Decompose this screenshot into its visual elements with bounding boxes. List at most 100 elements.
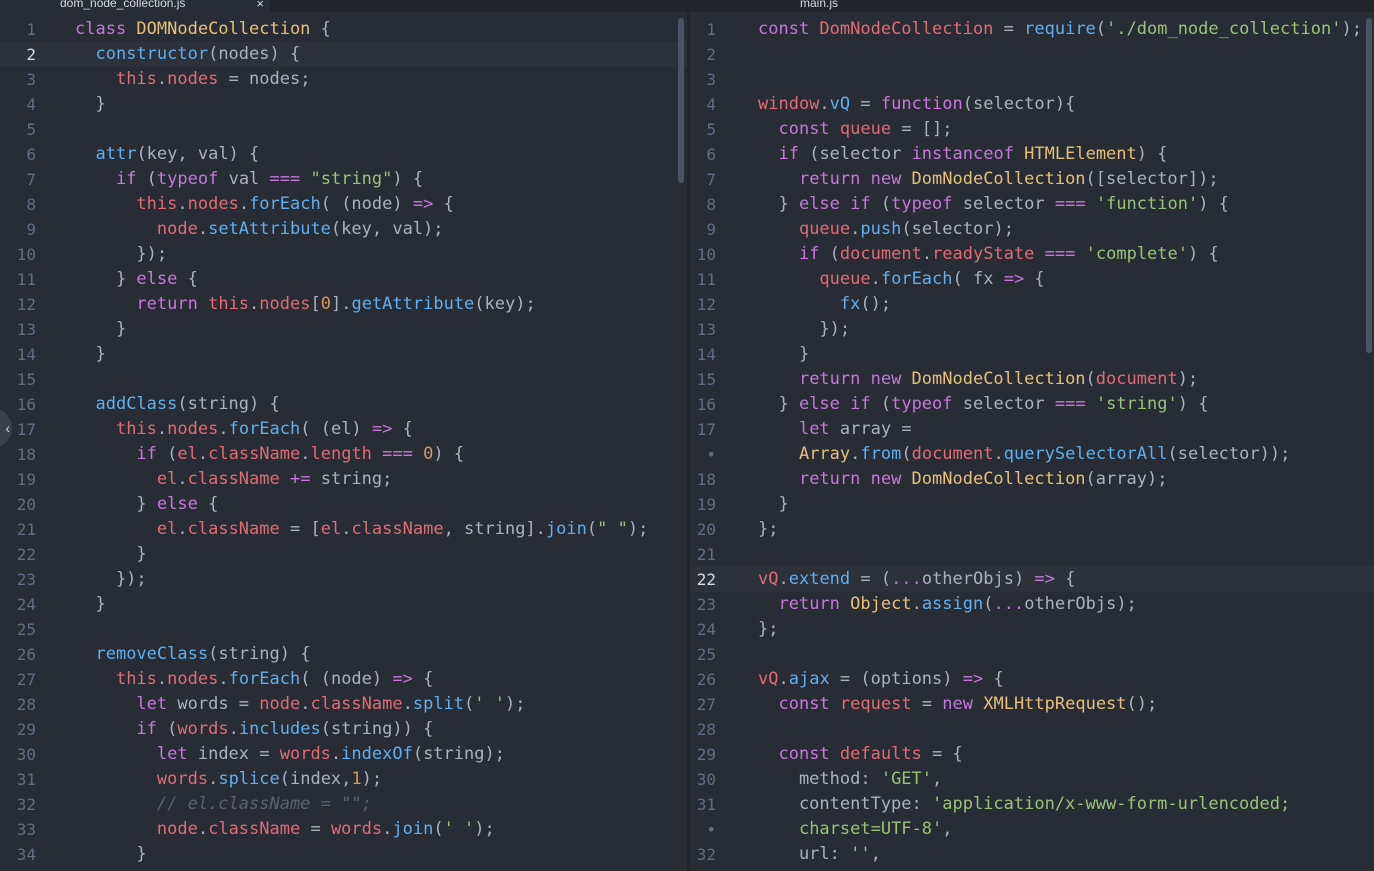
code-line[interactable]: 7 if (typeof val === "string") { (0, 167, 688, 192)
code-token: . (197, 444, 209, 464)
code-line[interactable]: 6 attr(key, val) { (0, 142, 688, 167)
code-line[interactable]: 2 (690, 42, 1374, 67)
code-line[interactable]: 23 }); (0, 567, 688, 592)
code-line[interactable]: 32 // el.className = ""; (0, 792, 688, 817)
code-line[interactable]: 16 } else if (typeof selector === 'strin… (690, 392, 1374, 417)
code-token: . (249, 294, 260, 314)
code-line[interactable]: 22 vQ.extend = (...otherObjs) => { (690, 567, 1374, 592)
code-line[interactable]: 7 return new DomNodeCollection([selector… (690, 167, 1374, 192)
code-line[interactable]: 21 el.className = [el.className, string]… (0, 517, 688, 542)
code-line[interactable]: 3 (690, 67, 1374, 92)
code-token: . (300, 694, 311, 714)
code-line[interactable]: 12 return this.nodes[0].getAttribute(key… (0, 292, 688, 317)
code-line[interactable]: 31 words.splice(index,1); (0, 767, 688, 792)
code-line[interactable]: 28 let words = node.className.split(' ')… (0, 692, 688, 717)
code-line[interactable]: 25 (0, 617, 688, 642)
code-line[interactable]: 16 addClass(string) { (0, 392, 688, 417)
code-line[interactable]: 22 } (0, 542, 688, 567)
code-line[interactable]: 8 } else if (typeof selector === 'functi… (690, 192, 1374, 217)
code-line[interactable]: 5 (0, 117, 688, 142)
code-line[interactable]: 15 (0, 367, 688, 392)
code-line[interactable]: 30 let index = words.indexOf(string); (0, 742, 688, 767)
code-line[interactable]: 27 const request = new XMLHttpRequest(); (690, 692, 1374, 717)
code-token: , (942, 819, 953, 839)
code-line[interactable]: 20}; (690, 517, 1374, 542)
code-text: const queue = []; (758, 117, 952, 142)
code-line[interactable]: 18 return new DomNodeCollection(array); (690, 467, 1374, 492)
code-text: vQ.extend = (...otherObjs) => { (758, 567, 1075, 592)
code-line[interactable]: 6 if (selector instanceof HTMLElement) { (690, 142, 1374, 167)
code-line[interactable]: 31 contentType: 'application/x-www-form-… (690, 792, 1374, 817)
code-line[interactable]: 9 node.setAttribute(key, val); (0, 217, 688, 242)
close-icon[interactable]: × (256, 0, 264, 12)
code-line[interactable]: 32 url: '', (690, 842, 1374, 867)
code-text: }); (75, 242, 167, 267)
code-line[interactable]: 30 method: 'GET', (690, 767, 1374, 792)
scrollbar-left[interactable] (678, 18, 684, 183)
code-text: this.nodes = nodes; (75, 67, 311, 92)
code-line[interactable]: 1 class DOMNodeCollection { (0, 17, 688, 42)
code-token: } (75, 319, 127, 339)
code-line[interactable]: 8 this.nodes.forEach( (node) => { (0, 192, 688, 217)
code-line[interactable]: • charset=UTF-8', (690, 817, 1374, 842)
code-line[interactable]: 10 }); (0, 242, 688, 267)
editor-pane-left[interactable]: dom_node_collection.js × 1 class DOMNodeC… (0, 0, 688, 871)
code-token: node (259, 694, 301, 714)
code-token: } (75, 844, 147, 864)
code-line[interactable]: 4 window.vQ = function(selector){ (690, 92, 1374, 117)
code-line[interactable]: 1 const DomNodeCollection = require('./do… (690, 17, 1374, 42)
code-line[interactable]: 21 (690, 542, 1374, 567)
code-line[interactable]: 12 fx(); (690, 292, 1374, 317)
code-line[interactable]: 18 if (el.className.length === 0) { (0, 442, 688, 467)
code-token: ( (586, 519, 598, 539)
code-line[interactable]: 2 constructor(nodes) { (0, 42, 688, 67)
code-token: ( (el) (300, 419, 372, 439)
code-line[interactable]: 19 el.className += string; (0, 467, 688, 492)
tab-main-js[interactable]: main.js (690, 0, 1374, 12)
code-line[interactable]: 23 return Object.assign(...otherObjs); (690, 592, 1374, 617)
code-line[interactable]: 13 } (0, 317, 688, 342)
code-token: if (778, 144, 799, 164)
code-line[interactable]: 3 this.nodes = nodes; (0, 67, 688, 92)
code-line[interactable]: 13 }); (690, 317, 1374, 342)
code-line[interactable]: 28 (690, 717, 1374, 742)
code-line[interactable]: 14 } (0, 342, 688, 367)
code-line[interactable]: 29 if (words.includes(string)) { (0, 717, 688, 742)
code-line[interactable]: 11 } else { (0, 267, 688, 292)
code-line[interactable]: 17 this.nodes.forEach( (el) => { (0, 417, 688, 442)
code-line[interactable]: 26 vQ.ajax = (options) => { (690, 667, 1374, 692)
code-token: ( (901, 444, 912, 464)
code-line[interactable]: 27 this.nodes.forEach( (node) => { (0, 667, 688, 692)
tab-label: main.js (800, 0, 839, 10)
line-number: 9 (26, 220, 36, 239)
code-token: contentType: (758, 794, 932, 814)
code-line[interactable]: • Array.from(document.querySelectorAll(s… (690, 442, 1374, 467)
code-editor-left[interactable]: 1 class DOMNodeCollection {2 constructor(… (0, 17, 688, 867)
code-line[interactable]: 20 } else { (0, 492, 688, 517)
code-token: . (177, 519, 188, 539)
code-line[interactable]: 4 } (0, 92, 688, 117)
scrollbar-right[interactable] (1366, 18, 1372, 353)
code-line[interactable]: 29 const defaults = { (690, 742, 1374, 767)
code-line[interactable]: 14 } (690, 342, 1374, 367)
code-token: require (1024, 19, 1096, 39)
code-line[interactable]: 26 removeClass(string) { (0, 642, 688, 667)
code-line[interactable]: 5 const queue = []; (690, 117, 1374, 142)
code-line[interactable]: 34 } (0, 842, 688, 867)
code-line[interactable]: 11 queue.forEach( fx => { (690, 267, 1374, 292)
code-line[interactable]: 33 node.className = words.join(' '); (0, 817, 688, 842)
code-line[interactable]: 15 return new DomNodeCollection(document… (690, 367, 1374, 392)
code-line[interactable]: 9 queue.push(selector); (690, 217, 1374, 242)
tab-dom-node-collection[interactable]: dom_node_collection.js × (0, 0, 270, 12)
code-line[interactable]: 17 let array = (690, 417, 1374, 442)
code-line[interactable]: 24 } (0, 592, 688, 617)
code-line[interactable]: 24}; (690, 617, 1374, 642)
editor-pane-right[interactable]: main.js 1 const DomNodeCollection = requi… (690, 0, 1374, 871)
code-line[interactable]: 25 (690, 642, 1374, 667)
code-line[interactable]: 19 } (690, 492, 1374, 517)
code-line[interactable]: 10 if (document.readyState === 'complete… (690, 242, 1374, 267)
code-editor-right[interactable]: 1 const DomNodeCollection = require('./do… (690, 17, 1374, 867)
code-token: ( fx (952, 269, 1004, 289)
